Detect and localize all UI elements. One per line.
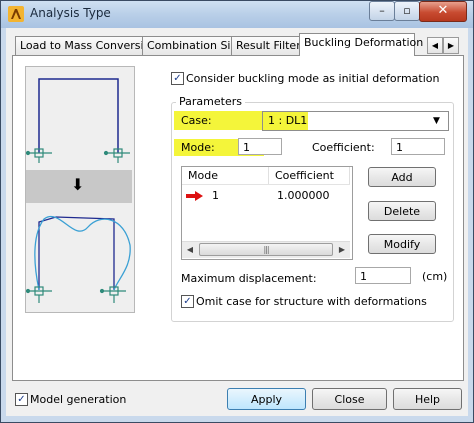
mode-label: Mode: bbox=[181, 141, 215, 154]
add-button[interactable]: Add bbox=[368, 167, 436, 187]
tab-scroll-right-icon[interactable]: ▶ bbox=[443, 37, 459, 54]
consider-buckling-checkbox[interactable]: ✓ bbox=[171, 72, 184, 85]
close-button[interactable]: Close bbox=[312, 388, 387, 410]
window-title: Analysis Type bbox=[30, 6, 111, 20]
red-arrow-icon bbox=[186, 191, 203, 201]
tab-scroll-left-icon[interactable]: ◀ bbox=[427, 37, 443, 54]
model-generation-label: Model generation bbox=[30, 393, 127, 406]
coefficient-input[interactable]: 1 bbox=[391, 138, 445, 155]
tab-combination-sign[interactable]: Combination Sign bbox=[142, 36, 244, 55]
tab-load-to-mass-conversion[interactable]: Load to Mass Conversion bbox=[15, 36, 157, 55]
scrollbar-thumb[interactable]: ||| bbox=[199, 243, 333, 256]
case-label: Case: bbox=[181, 114, 212, 127]
tab-buckling-deformation[interactable]: Buckling Deformation bbox=[299, 33, 423, 56]
parameters-label: Parameters bbox=[176, 95, 245, 108]
header-divider bbox=[182, 184, 350, 185]
help-button[interactable]: Help bbox=[393, 388, 462, 410]
mode-input[interactable]: 1 bbox=[238, 138, 282, 155]
row-coefficient: 1.000000 bbox=[277, 189, 330, 202]
top-support-icons bbox=[26, 148, 130, 163]
max-displacement-input[interactable]: 1 bbox=[355, 267, 411, 284]
row-mode: 1 bbox=[212, 189, 219, 202]
case-dropdown[interactable]: 1 : DL1 ▼ bbox=[262, 111, 449, 131]
down-arrow-icon: ⬇ bbox=[71, 175, 85, 194]
table-row[interactable]: 1 1.000000 bbox=[182, 188, 350, 204]
model-generation-checkbox[interactable]: ✓ bbox=[15, 393, 28, 406]
scroll-left-icon[interactable]: ◀ bbox=[183, 243, 197, 256]
scroll-right-icon[interactable]: ▶ bbox=[335, 243, 349, 256]
chevron-down-icon[interactable]: ▼ bbox=[433, 116, 440, 126]
tab-result-filters[interactable]: Result Filters bbox=[231, 36, 307, 55]
consider-buckling-label: Consider buckling mode as initial deform… bbox=[186, 72, 440, 85]
column-header-mode[interactable]: Mode bbox=[182, 167, 269, 184]
column-header-coefficient[interactable]: Coefficient bbox=[269, 167, 350, 184]
undeformed-frame bbox=[38, 78, 119, 153]
case-value: 1 : DL1 bbox=[268, 114, 308, 127]
max-displacement-unit: (cm) bbox=[422, 270, 448, 283]
delete-button[interactable]: Delete bbox=[368, 201, 436, 221]
omit-case-checkbox[interactable]: ✓ bbox=[181, 295, 194, 308]
close-window-button[interactable]: ✕ bbox=[419, 1, 467, 22]
coefficient-label: Coefficient: bbox=[312, 141, 375, 154]
minimize-button[interactable]: – bbox=[369, 1, 395, 21]
deformed-frame bbox=[34, 215, 131, 291]
omit-case-label: Omit case for structure with deformation… bbox=[196, 295, 427, 308]
maximize-button[interactable]: ▫ bbox=[394, 1, 420, 21]
app-icon bbox=[8, 6, 24, 22]
apply-button[interactable]: Apply bbox=[227, 388, 306, 410]
max-displacement-label: Maximum displacement: bbox=[181, 272, 317, 285]
modify-button[interactable]: Modify bbox=[368, 234, 436, 254]
bottom-support-icons bbox=[26, 286, 126, 303]
